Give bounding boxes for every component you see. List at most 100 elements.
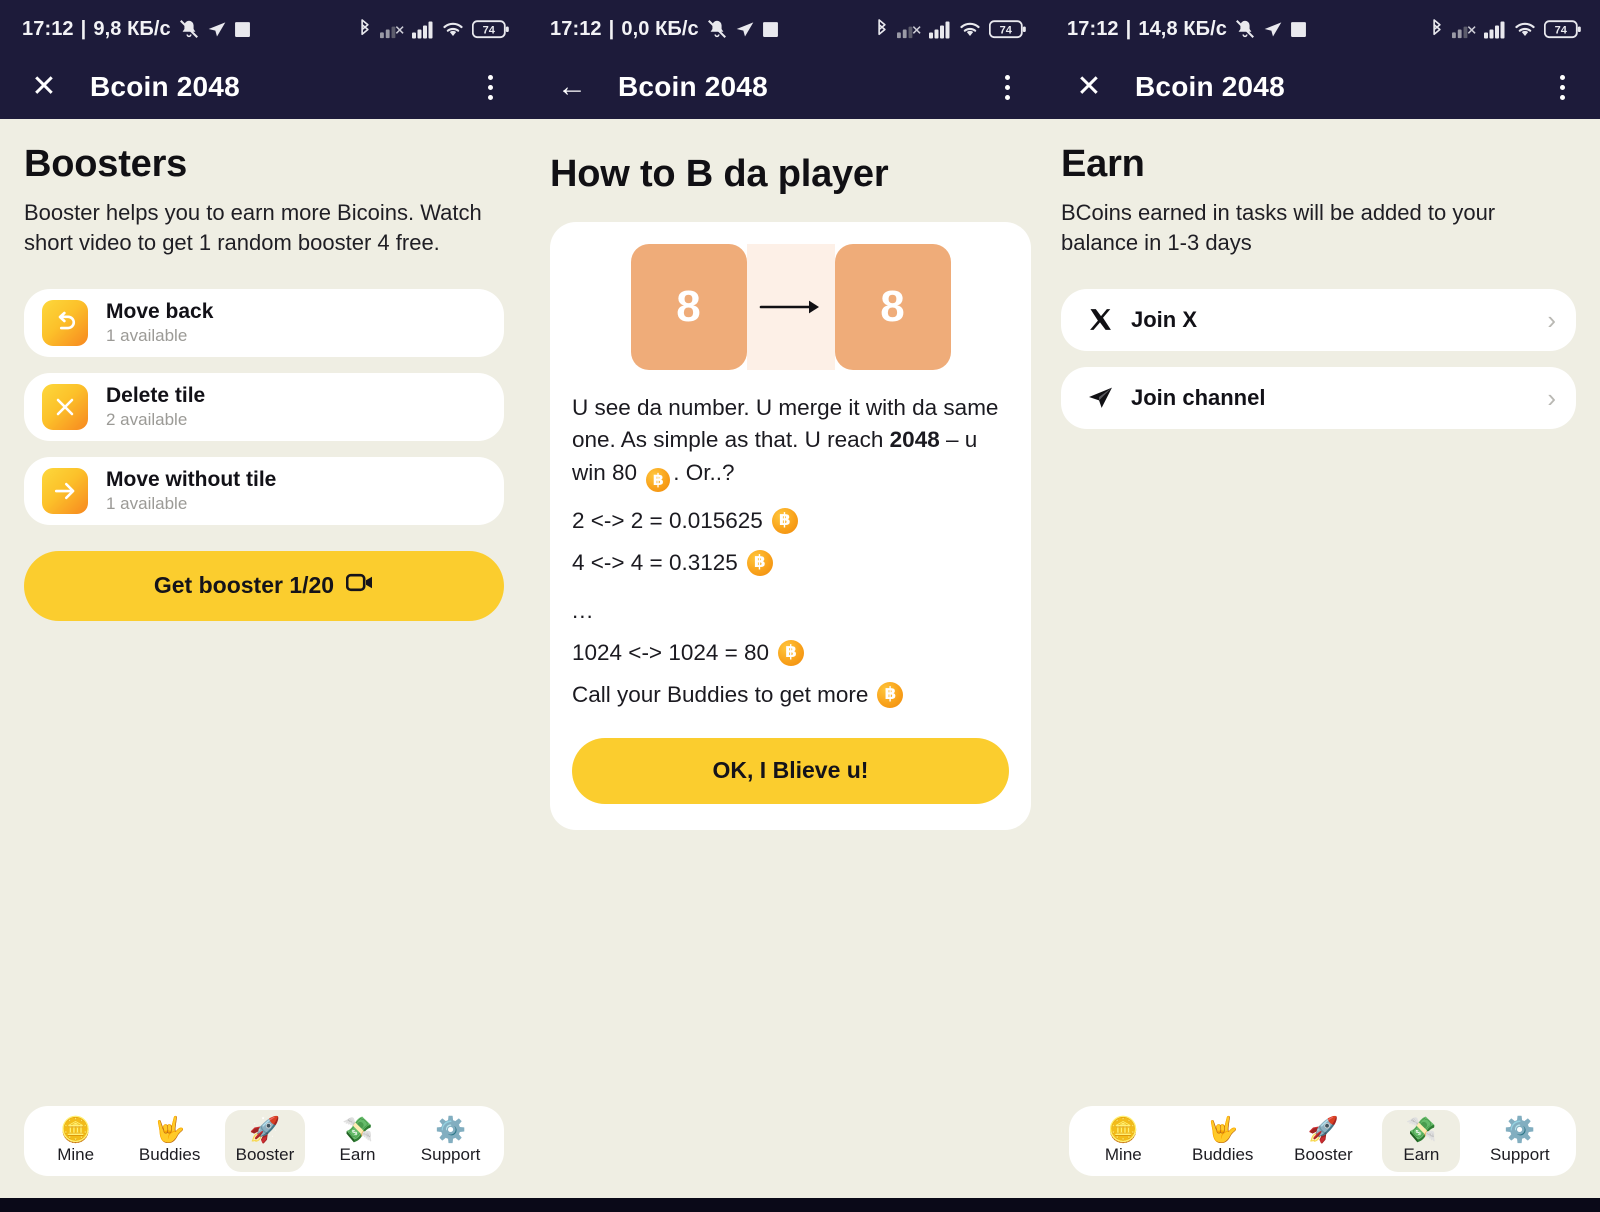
- app-bar-2: ← Bcoin 2048: [528, 56, 1045, 118]
- booster-availability: 2 available: [106, 409, 188, 429]
- close-icon[interactable]: ✕: [22, 65, 66, 109]
- task-label: Join channel: [1131, 384, 1266, 410]
- screenshot-root: 17:12 | 9,8 КБ/c 74 ✕ Bcoin 2048 17:12 |…: [0, 0, 1600, 1212]
- wifi-icon: [958, 20, 982, 39]
- boosters-screen: Boosters Booster helps you to earn more …: [0, 119, 528, 1198]
- signal-1-icon: [897, 20, 922, 39]
- bottom-nav-right: 🪙 Mine 🤟 Buddies 🚀 Booster 💸 Earn ⚙️ Sup…: [1069, 1106, 1576, 1176]
- howto-screen: How to B da player 8 8 U see da number. …: [528, 119, 1045, 1198]
- coin-emoji: 🪙: [1107, 1114, 1139, 1144]
- buddies-hint-row: Call your Buddies to get more ฿: [572, 681, 1009, 708]
- status-clock: 17:12: [550, 17, 602, 40]
- page-title: Bcoin 2048: [90, 71, 240, 102]
- bluetooth-icon: [1429, 18, 1445, 40]
- bitcoin-coin-icon: ฿: [646, 467, 671, 492]
- booster-item-move-without-tile[interactable]: Move without tile 1 available: [24, 456, 504, 525]
- kebab-menu-icon[interactable]: [987, 65, 1027, 109]
- howto-confirm-button[interactable]: OK, I Blieve u!: [572, 737, 1009, 804]
- bitcoin-coin-icon: ฿: [771, 507, 798, 534]
- video-camera-icon: [346, 572, 374, 599]
- nav-tab-booster[interactable]: 🚀 Booster: [1283, 1110, 1364, 1172]
- bottom-nav-left: 🪙 Mine 🤟 Buddies 🚀 Booster 💸 Earn ⚙️ Sup…: [24, 1106, 504, 1176]
- nav-tab-mine[interactable]: 🪙 Mine: [1084, 1110, 1162, 1172]
- nav-tab-buddies[interactable]: 🤟 Buddies: [1181, 1110, 1264, 1172]
- nav-label: Mine: [57, 1145, 95, 1165]
- rate-row-1: 2 <-> 2 = 0.015625 ฿: [572, 507, 1009, 534]
- kebab-menu-icon[interactable]: [1542, 65, 1582, 109]
- bitcoin-coin-icon: ฿: [778, 639, 805, 666]
- battery-icon: 74: [989, 19, 1027, 40]
- earn-title: Earn: [1061, 143, 1145, 185]
- square-icon: [762, 21, 779, 38]
- signal-1-icon: [380, 20, 405, 39]
- booster-item-delete-tile[interactable]: Delete tile 2 available: [24, 372, 504, 441]
- system-top-band: 17:12 | 9,8 КБ/c 74 ✕ Bcoin 2048 17:12 |…: [0, 0, 1600, 119]
- status-bar-1: 17:12 | 9,8 КБ/c 74: [0, 12, 528, 46]
- app-bar-3: ✕ Bcoin 2048: [1045, 56, 1600, 118]
- love-you-gesture-emoji: 🤟: [154, 1114, 186, 1144]
- nav-tab-earn[interactable]: 💸 Earn: [319, 1110, 397, 1172]
- task-item-join-x[interactable]: Join X ›: [1061, 288, 1576, 351]
- kebab-menu-icon[interactable]: [470, 65, 510, 109]
- status-network-speed: 0,0 КБ/c: [621, 17, 699, 40]
- nav-label: Earn: [1403, 1145, 1440, 1165]
- get-booster-label: Get booster 1/20: [153, 572, 335, 599]
- telegram-icon: [1263, 19, 1283, 39]
- signal-2-icon: [929, 20, 951, 39]
- status-separator: |: [608, 17, 615, 40]
- close-icon[interactable]: ✕: [1067, 65, 1111, 109]
- demo-tile-left: 8: [630, 244, 747, 370]
- money-with-wings-emoji: 💸: [1405, 1114, 1437, 1144]
- svg-text:74: 74: [483, 24, 496, 36]
- status-left-2: 17:12 | 0,0 КБ/c: [550, 18, 779, 41]
- rate-text: 2 <-> 2 = 0.015625: [572, 507, 763, 533]
- boosters-description: Booster helps you to earn more Bicoins. …: [24, 200, 482, 256]
- app-bar-1: ✕ Bcoin 2048: [0, 56, 528, 118]
- task-label: Join X: [1131, 306, 1198, 332]
- back-arrow-icon[interactable]: ←: [550, 65, 594, 109]
- nav-tab-support[interactable]: ⚙️ Support: [410, 1110, 492, 1172]
- signal-2-icon: [412, 20, 434, 39]
- rate-row-2: 4 <-> 4 = 0.3125 ฿: [572, 549, 1009, 576]
- status-left-1: 17:12 | 9,8 КБ/c: [22, 18, 251, 41]
- get-booster-button[interactable]: Get booster 1/20: [24, 550, 504, 621]
- howto-paragraph-part3: . Or..?: [673, 459, 735, 485]
- buddies-hint-text: Call your Buddies to get more: [572, 681, 869, 707]
- nav-tab-booster[interactable]: 🚀 Booster: [224, 1109, 306, 1173]
- panel-3-top: 17:12 | 14,8 КБ/c 74 ✕ Bcoin 2048: [1045, 0, 1600, 119]
- right-arrow-icon: [42, 467, 88, 514]
- howto-title: How to B da player: [550, 153, 889, 195]
- status-network-speed: 9,8 КБ/c: [93, 17, 171, 40]
- nav-label: Support: [1490, 1145, 1550, 1165]
- task-item-join-channel[interactable]: Join channel ›: [1061, 366, 1576, 429]
- status-separator: |: [1125, 17, 1132, 40]
- panel-1-top: 17:12 | 9,8 КБ/c 74 ✕ Bcoin 2048: [0, 0, 528, 119]
- gear-emoji: ⚙️: [1504, 1114, 1536, 1144]
- nav-tab-support[interactable]: ⚙️ Support: [1479, 1110, 1561, 1172]
- booster-title: Move without tile: [106, 467, 277, 491]
- love-you-gesture-emoji: 🤟: [1207, 1114, 1239, 1144]
- nav-tab-buddies[interactable]: 🤟 Buddies: [128, 1110, 211, 1172]
- nav-tab-mine[interactable]: 🪙 Mine: [37, 1110, 115, 1172]
- merge-demo: 8 8: [572, 244, 1009, 370]
- screens-container: Boosters Booster helps you to earn more …: [0, 119, 1600, 1198]
- bluetooth-icon: [874, 18, 890, 40]
- booster-item-move-back[interactable]: Move back 1 available: [24, 288, 504, 357]
- status-bar-3: 17:12 | 14,8 КБ/c 74: [1045, 12, 1600, 46]
- nav-tab-earn[interactable]: 💸 Earn: [1382, 1109, 1461, 1173]
- status-left-3: 17:12 | 14,8 КБ/c: [1067, 18, 1307, 41]
- chevron-right-icon: ›: [1547, 382, 1556, 413]
- mute-icon: [1234, 18, 1256, 40]
- earn-task-list: Join X › Join channel ›: [1061, 288, 1576, 429]
- bitcoin-coin-icon: ฿: [746, 549, 773, 576]
- svg-text:74: 74: [1000, 24, 1013, 36]
- status-right-1: 74: [357, 18, 510, 40]
- money-with-wings-emoji: 💸: [341, 1114, 374, 1144]
- x-cross-icon: [42, 383, 88, 430]
- nav-label: Buddies: [1192, 1145, 1254, 1165]
- status-clock: 17:12: [1067, 17, 1119, 40]
- booster-title: Move back: [106, 299, 214, 323]
- signal-2-icon: [1484, 20, 1506, 39]
- booster-availability: 1 available: [106, 325, 188, 345]
- battery-icon: 74: [1544, 19, 1582, 40]
